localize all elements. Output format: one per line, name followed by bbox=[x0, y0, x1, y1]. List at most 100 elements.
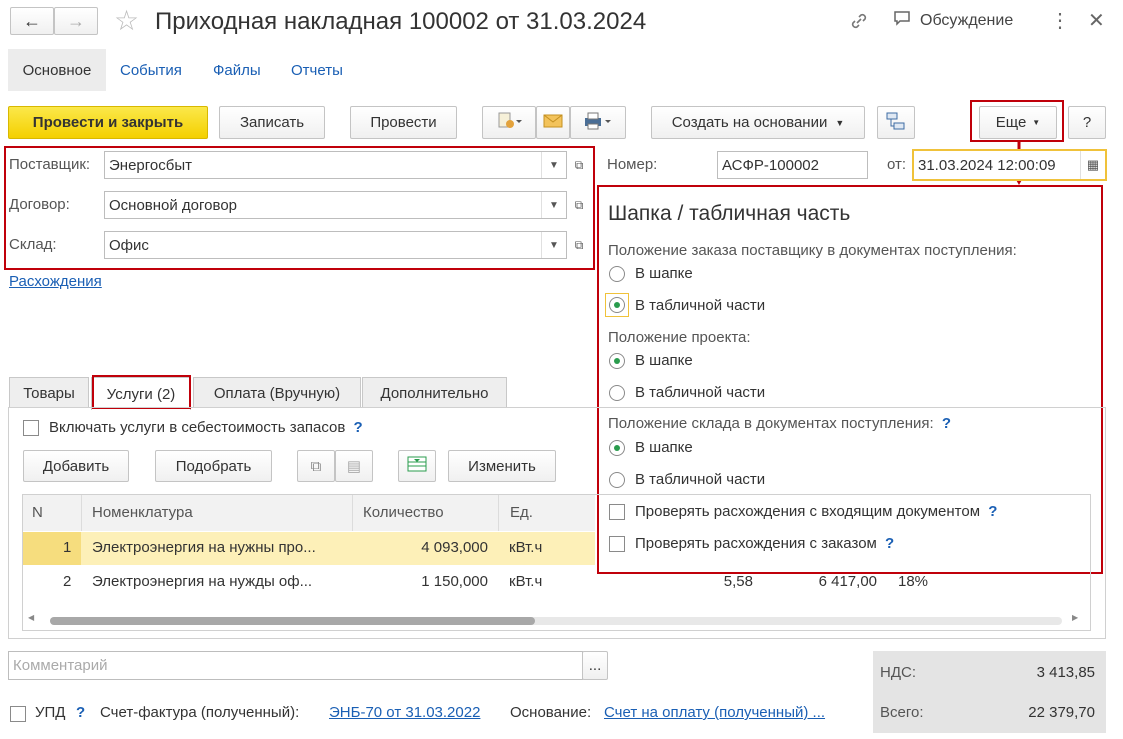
post-button[interactable]: Провести bbox=[350, 106, 457, 139]
table-row[interactable]: 2 Электроэнергия на нужды оф... 1 150,00… bbox=[23, 566, 1090, 599]
comment-expand-button[interactable]: ... bbox=[582, 651, 608, 680]
tab-goods[interactable]: Товары bbox=[9, 377, 89, 408]
row-sum: 6 417,00 bbox=[818, 573, 877, 590]
col-header-item[interactable]: Номенклатура bbox=[92, 504, 193, 521]
date-label: от: bbox=[887, 156, 907, 173]
create-based-on-button[interactable]: Создать на основании ▼ bbox=[651, 106, 865, 139]
row-number: 2 bbox=[63, 573, 72, 590]
vat-label: НДС: bbox=[880, 664, 916, 681]
table-row-highlight-left bbox=[23, 532, 81, 565]
upd-label: УПД bbox=[35, 704, 66, 721]
add-button[interactable]: Добавить bbox=[23, 450, 129, 482]
post-and-close-button[interactable]: Провести и закрыть bbox=[8, 106, 208, 139]
copy-button[interactable]: ⧉ bbox=[297, 450, 335, 482]
include-cost-checkbox[interactable] bbox=[23, 420, 39, 436]
project-in-table-label: В табличной части bbox=[635, 384, 766, 401]
print-button[interactable] bbox=[570, 106, 626, 139]
paste-icon: ▤ bbox=[346, 458, 362, 475]
chevron-down-icon: ▼ bbox=[835, 117, 845, 128]
project-in-header-label: В шапке bbox=[635, 352, 693, 369]
horizontal-scrollbar[interactable] bbox=[50, 617, 1062, 625]
discussion-label: Обсуждение bbox=[920, 12, 1014, 29]
table-row[interactable]: 1 Электроэнергия на нужны про... 4 093,0… bbox=[23, 532, 595, 565]
close-icon[interactable]: ✕ bbox=[1088, 8, 1105, 33]
total-label: Всего: bbox=[880, 704, 924, 721]
email-button[interactable] bbox=[536, 106, 570, 139]
row-vat: 18% bbox=[898, 573, 929, 590]
arrow-left-icon: ← bbox=[23, 10, 41, 31]
include-cost-text: Включать услуги в себестоимость запасов bbox=[49, 419, 346, 436]
scrollbar-right-icon[interactable]: ▶ bbox=[1072, 613, 1078, 622]
scrollbar-thumb[interactable] bbox=[50, 617, 535, 625]
arrow-right-icon: → bbox=[67, 10, 85, 31]
number-field[interactable]: АСФР-100002 bbox=[717, 151, 868, 179]
link-icon[interactable] bbox=[848, 10, 870, 32]
services-tab-highlight bbox=[92, 375, 191, 409]
comment-placeholder: Комментарий bbox=[13, 657, 108, 674]
more-button-highlight bbox=[970, 100, 1064, 142]
basis-label: Основание: bbox=[510, 704, 592, 721]
pick-button[interactable]: Подобрать bbox=[155, 450, 272, 482]
vat-value: 3 413,85 bbox=[1036, 664, 1095, 681]
number-label: Номер: bbox=[607, 156, 658, 173]
invoice-link[interactable]: ЭНБ-70 от 31.03.2022 bbox=[329, 704, 480, 721]
discussion-button[interactable]: Обсуждение bbox=[892, 10, 1013, 32]
change-button[interactable]: Изменить bbox=[448, 450, 556, 482]
row-price: 5,58 bbox=[723, 573, 753, 590]
fill-button[interactable] bbox=[398, 450, 436, 482]
nav-tab-reports[interactable]: Отчеты bbox=[291, 62, 343, 79]
nav-tab-main-label: Основное bbox=[22, 61, 92, 79]
document-add-icon bbox=[496, 111, 522, 135]
paste-button[interactable]: ▤ bbox=[335, 450, 373, 482]
save-button[interactable]: Записать bbox=[219, 106, 325, 139]
tab-payment[interactable]: Оплата (Вручную) bbox=[193, 377, 361, 408]
order-position-label: Положение заказа поставщику в документах… bbox=[608, 242, 1017, 259]
nav-tab-files[interactable]: Файлы bbox=[213, 62, 261, 79]
order-in-header-radio[interactable] bbox=[609, 266, 625, 282]
structure-button[interactable] bbox=[877, 106, 915, 139]
row-qty: 1 150,000 bbox=[421, 573, 488, 590]
back-button[interactable]: ← bbox=[10, 7, 54, 35]
forward-button[interactable]: → bbox=[54, 7, 98, 35]
col-header-qty[interactable]: Количество bbox=[363, 504, 444, 521]
col-header-unit[interactable]: Ед. bbox=[510, 504, 533, 521]
discrepancies-link[interactable]: Расхождения bbox=[9, 273, 102, 290]
table-fill-icon bbox=[407, 456, 427, 476]
total-value: 22 379,70 bbox=[1028, 704, 1095, 721]
col-header-n[interactable]: N bbox=[32, 504, 43, 521]
nav-tab-main[interactable]: Основное bbox=[8, 49, 106, 91]
row-qty: 4 093,000 bbox=[421, 539, 488, 556]
project-in-table-radio[interactable] bbox=[609, 385, 625, 401]
order-in-table-radio[interactable] bbox=[609, 297, 625, 313]
project-in-header-radio[interactable] bbox=[609, 353, 625, 369]
row-item: Электроэнергия на нужны про... bbox=[92, 539, 316, 556]
row-number-overlay: 1 bbox=[63, 539, 72, 556]
date-value: 31.03.2024 12:00:09 bbox=[918, 156, 1056, 174]
project-position-label: Положение проекта: bbox=[608, 329, 751, 346]
header-fields-highlight bbox=[4, 146, 595, 270]
star-icon[interactable]: ☆ bbox=[114, 4, 139, 38]
column-divider bbox=[498, 495, 499, 531]
printer-icon bbox=[583, 111, 613, 135]
date-field[interactable]: 31.03.2024 12:00:09 ▦ bbox=[912, 149, 1107, 181]
row-unit: кВт.ч bbox=[509, 573, 543, 590]
comment-field[interactable]: Комментарий bbox=[8, 651, 583, 680]
nav-tab-events[interactable]: События bbox=[120, 62, 182, 79]
column-divider bbox=[352, 495, 353, 531]
help-icon[interactable]: ? bbox=[354, 419, 363, 436]
scrollbar-left-icon[interactable]: ◀ bbox=[28, 613, 34, 622]
upd-checkbox[interactable] bbox=[10, 706, 26, 722]
order-in-header-label: В шапке bbox=[635, 265, 693, 282]
attach-file-button[interactable] bbox=[482, 106, 536, 139]
invoice-label: Счет-фактура (полученный): bbox=[100, 704, 300, 721]
help-button[interactable]: ? bbox=[1068, 106, 1106, 139]
popup-title: Шапка / табличная часть bbox=[608, 202, 851, 225]
row-item: Электроэнергия на нужды оф... bbox=[92, 573, 313, 590]
calendar-icon[interactable]: ▦ bbox=[1080, 151, 1105, 179]
help-icon[interactable]: ? bbox=[76, 704, 85, 721]
more-vertical-icon[interactable]: ⋮ bbox=[1050, 8, 1070, 33]
copy-icon: ⧉ bbox=[310, 457, 322, 475]
row-unit: кВт.ч bbox=[509, 539, 543, 556]
basis-link[interactable]: Счет на оплату (полученный) ... bbox=[604, 704, 857, 721]
tab-additional[interactable]: Дополнительно bbox=[362, 377, 507, 408]
